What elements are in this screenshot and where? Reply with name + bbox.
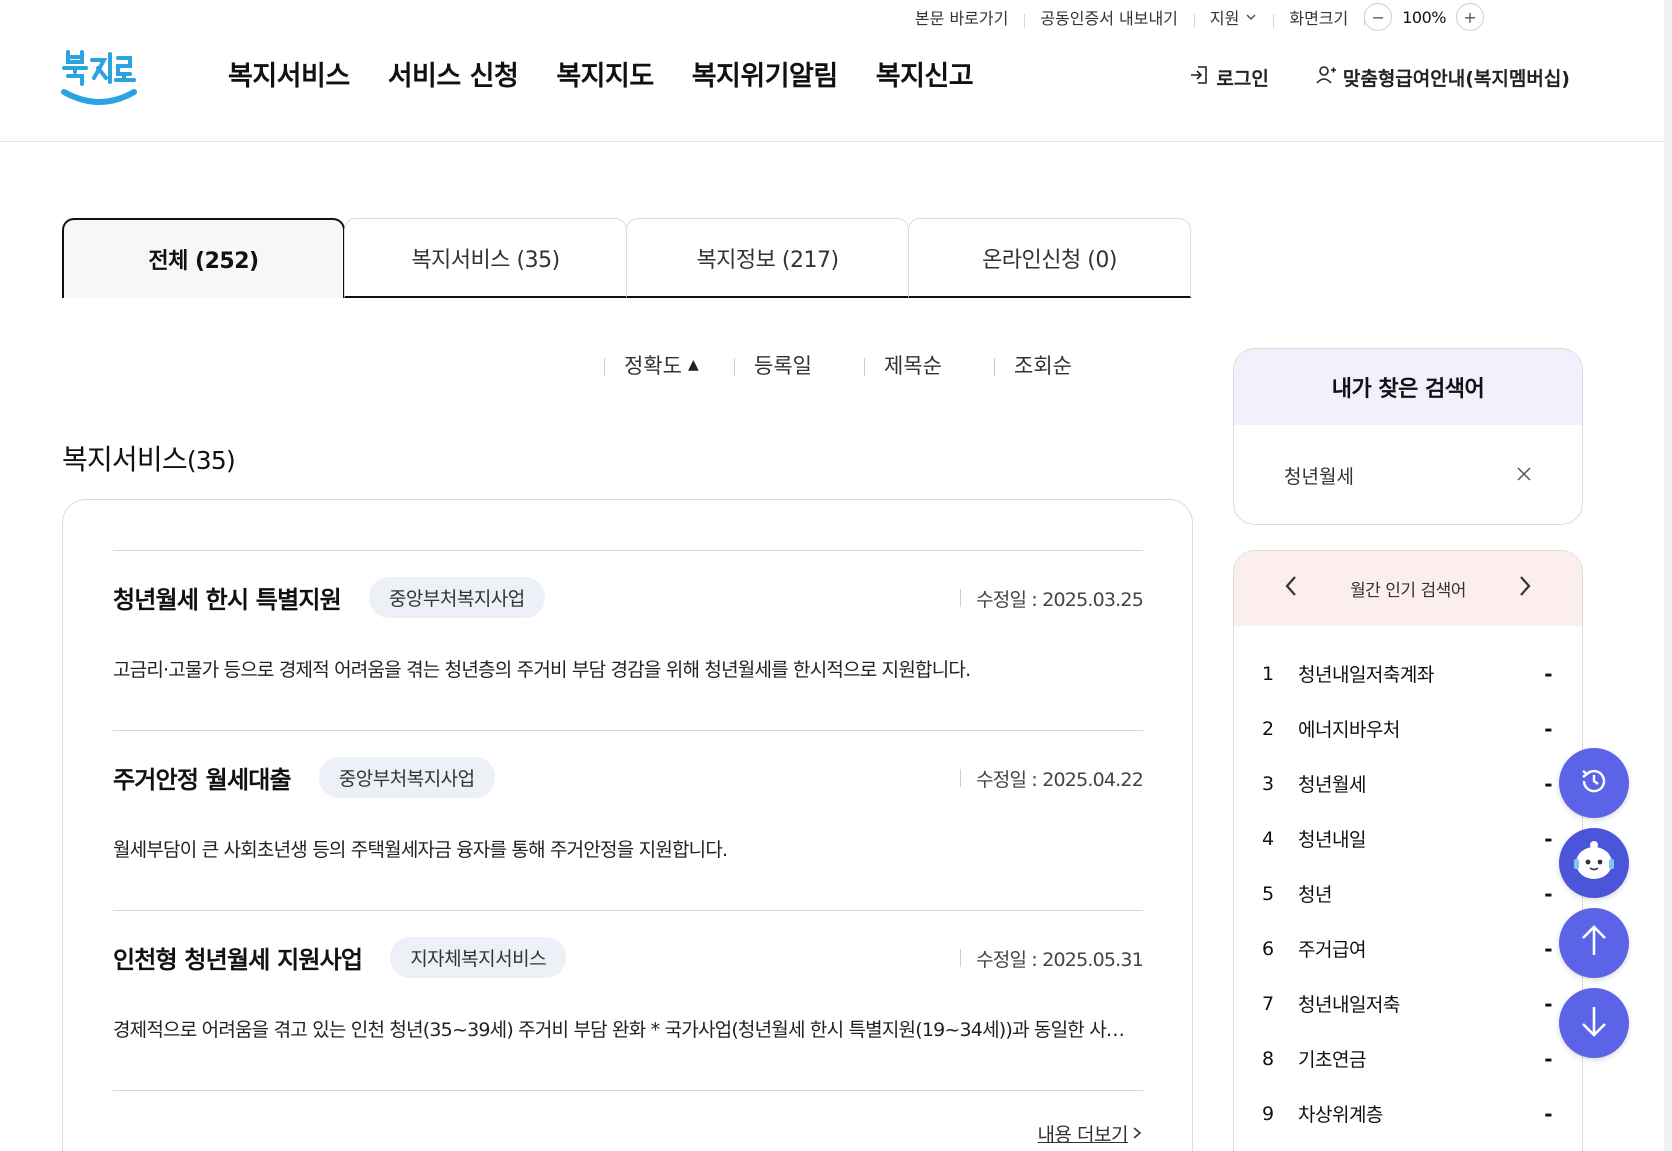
nav-crisis-alert[interactable]: 복지위기알림 bbox=[692, 54, 839, 93]
scroll-bottom-button[interactable] bbox=[1559, 988, 1629, 1058]
login-button[interactable]: 로그인 bbox=[1188, 64, 1269, 91]
header: 복지서비스 서비스 신청 복지지도 복지위기알림 복지신고 로그인 맞춤형급여안… bbox=[0, 34, 1672, 142]
scroll-top-button[interactable] bbox=[1559, 908, 1629, 978]
zoom-in-button[interactable]: + bbox=[1456, 3, 1484, 31]
my-search-item[interactable]: 청년월세 bbox=[1234, 425, 1582, 524]
result-item[interactable]: 청년월세 한시 특별지원 중앙부처복지사업 수정일 : 2025.03.25 고… bbox=[113, 550, 1144, 730]
sort-date[interactable]: 등록일 bbox=[734, 350, 864, 380]
tab-all[interactable]: 전체 (252) bbox=[62, 218, 345, 298]
popular-item[interactable]: 8 기초연금 - bbox=[1234, 1031, 1582, 1086]
nav-welfare-report[interactable]: 복지신고 bbox=[876, 54, 974, 93]
history-icon bbox=[1576, 763, 1612, 803]
main-nav: 복지서비스 서비스 신청 복지지도 복지위기알림 복지신고 bbox=[228, 54, 974, 93]
modified-date: 수정일 : 2025.05.31 bbox=[960, 945, 1144, 972]
site-logo[interactable] bbox=[60, 44, 140, 114]
popular-item[interactable]: 1 청년내일저축계좌 - bbox=[1234, 646, 1582, 701]
login-icon bbox=[1188, 64, 1210, 91]
result-desc: 고금리·고물가 등으로 경제적 어려움을 겪는 청년층의 주거비 부담 경감을 … bbox=[113, 659, 971, 681]
sort-accuracy[interactable]: 정확도 ▲ bbox=[604, 350, 734, 380]
nav-welfare-service[interactable]: 복지서비스 bbox=[228, 54, 350, 93]
user-add-icon bbox=[1315, 64, 1337, 91]
zoom-control: − 100% + bbox=[1364, 3, 1484, 31]
screen-size-label: 화면크기 bbox=[1273, 5, 1364, 29]
popular-list: 1 청년내일저축계좌 - 2 에너지바우처 - 3 청년월세 - 4 청년내일 - 5 청년 - 6… bbox=[1234, 626, 1582, 1141]
category-badge: 중앙부처복지사업 bbox=[368, 577, 545, 618]
result-item[interactable]: 인천형 청년월세 지원사업 지자체복지서비스 수정일 : 2025.05.31 … bbox=[113, 910, 1144, 1090]
popular-item[interactable]: 5 청년 - bbox=[1234, 866, 1582, 921]
result-title[interactable]: 주거안정 월세대출 bbox=[113, 760, 292, 795]
category-badge: 중앙부처복지사업 bbox=[318, 757, 495, 798]
skip-content-link[interactable]: 본문 바로가기 bbox=[899, 5, 1024, 29]
section-title: 복지서비스(35) bbox=[62, 443, 236, 476]
result-desc: 월세부담이 큰 사회초년생 등의 주택월세자금 융자를 통해 주거안정을 지원합… bbox=[113, 839, 728, 861]
membership-button[interactable]: 맞춤형급여안내(복지멤버십) bbox=[1315, 64, 1570, 91]
zoom-value: 100% bbox=[1402, 7, 1446, 27]
arrow-down-icon bbox=[1579, 1003, 1609, 1043]
sort-title[interactable]: 제목순 bbox=[864, 350, 994, 380]
my-search-keyword[interactable]: 청년월세 bbox=[1284, 462, 1354, 489]
popular-item[interactable]: 7 청년내일저축 - bbox=[1234, 976, 1582, 1031]
close-icon[interactable] bbox=[1516, 463, 1532, 488]
page: 본문 바로가기 공동인증서 내보내기 지원 화면크기 − 100% + 복지서비… bbox=[0, 0, 1672, 1151]
result-list: 청년월세 한시 특별지원 중앙부처복지사업 수정일 : 2025.03.25 고… bbox=[62, 499, 1193, 1151]
chatbot-robot-icon bbox=[1568, 835, 1620, 891]
list-divider bbox=[113, 1090, 1143, 1091]
next-arrow-icon[interactable] bbox=[1518, 574, 1532, 604]
result-desc: 경제적으로 어려움을 겪고 있는 인천 청년(35~39세) 주거비 부담 완화… bbox=[113, 1019, 1125, 1041]
modified-date: 수정일 : 2025.04.22 bbox=[960, 765, 1144, 792]
sort-views[interactable]: 조회순 bbox=[994, 350, 1124, 380]
popular-item[interactable]: 6 주거급여 - bbox=[1234, 921, 1582, 976]
result-item[interactable]: 주거안정 월세대출 중앙부처복지사업 수정일 : 2025.04.22 월세부담… bbox=[113, 730, 1144, 910]
result-title[interactable]: 인천형 청년월세 지원사업 bbox=[113, 940, 363, 975]
arrow-up-icon bbox=[1579, 923, 1609, 963]
cert-export-link[interactable]: 공동인증서 내보내기 bbox=[1024, 5, 1194, 29]
popular-item[interactable]: 9 차상위계층 - bbox=[1234, 1086, 1582, 1141]
my-search-panel: 내가 찾은 검색어 청년월세 bbox=[1233, 348, 1583, 525]
recent-history-button[interactable] bbox=[1559, 748, 1629, 818]
more-link[interactable]: 내용 더보기 bbox=[1038, 1120, 1142, 1147]
tab-online-apply[interactable]: 온라인신청 (0) bbox=[908, 218, 1191, 298]
zoom-out-button[interactable]: − bbox=[1364, 3, 1393, 31]
result-tabs: 전체 (252) 복지서비스 (35) 복지정보 (217) 온라인신청 (0) bbox=[62, 218, 1191, 298]
chevron-down-icon bbox=[1245, 8, 1257, 27]
category-badge: 지자체복지서비스 bbox=[390, 937, 567, 978]
modified-date: 수정일 : 2025.03.25 bbox=[960, 585, 1144, 612]
sort-options: 정확도 ▲ 등록일 제목순 조회순 bbox=[604, 350, 1124, 380]
header-actions: 로그인 맞춤형급여안내(복지멤버십) bbox=[1188, 64, 1570, 91]
tab-welfare-service[interactable]: 복지서비스 (35) bbox=[344, 218, 627, 298]
popular-item[interactable]: 3 청년월세 - bbox=[1234, 756, 1582, 811]
chevron-right-icon bbox=[1132, 1123, 1142, 1145]
page-scrollbar[interactable] bbox=[1664, 0, 1672, 1151]
chatbot-button[interactable] bbox=[1559, 828, 1629, 898]
popular-item[interactable]: 2 에너지바우처 - bbox=[1234, 701, 1582, 756]
support-dropdown[interactable]: 지원 bbox=[1193, 5, 1273, 29]
nav-service-apply[interactable]: 서비스 신청 bbox=[388, 54, 519, 93]
nav-welfare-map[interactable]: 복지지도 bbox=[556, 54, 654, 93]
prev-arrow-icon[interactable] bbox=[1284, 574, 1298, 604]
popular-title: 월간 인기 검색어 bbox=[1350, 581, 1466, 601]
sort-asc-icon: ▲ bbox=[687, 357, 699, 373]
popular-item[interactable]: 4 청년내일 - bbox=[1234, 811, 1582, 866]
popular-search-panel: 월간 인기 검색어 1 청년내일저축계좌 - 2 에너지바우처 - 3 청년월세 - 4 청년… bbox=[1233, 550, 1583, 1151]
result-title[interactable]: 청년월세 한시 특별지원 bbox=[113, 580, 342, 615]
tab-welfare-info[interactable]: 복지정보 (217) bbox=[626, 218, 909, 298]
my-search-title: 내가 찾은 검색어 bbox=[1234, 349, 1582, 425]
utility-bar: 본문 바로가기 공동인증서 내보내기 지원 화면크기 − 100% + bbox=[899, 0, 1484, 34]
